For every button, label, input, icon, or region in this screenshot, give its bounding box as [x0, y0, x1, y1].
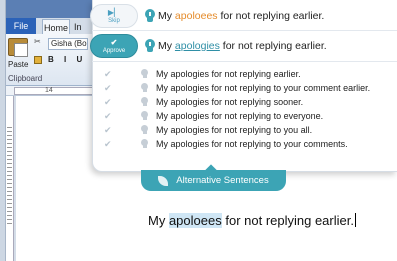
alternative-item[interactable]: ✔ My apologies for not replying to your …	[100, 138, 390, 152]
skip-icon: ▶▏	[107, 7, 121, 17]
skip-label: Skip	[108, 17, 120, 24]
doc-prefix: My	[148, 213, 169, 228]
lightbulb-icon	[141, 139, 149, 150]
horizontal-ruler[interactable]: 14	[14, 87, 100, 95]
error-word: apoloees	[174, 10, 218, 22]
format-buttons[interactable]: B I U	[48, 55, 86, 64]
skip-button[interactable]: ▶▏ Skip	[90, 4, 138, 28]
corrected-word: apologies	[174, 40, 220, 52]
alternative-item[interactable]: ✔ My apologies for not replying sooner.	[100, 96, 390, 110]
alternative-item[interactable]: ✔ My apologies for not replying to your …	[100, 82, 390, 96]
divider	[92, 30, 397, 31]
lightbulb-icon	[141, 83, 149, 94]
check-icon[interactable]: ✔	[104, 97, 114, 107]
approve-label: Approve	[102, 47, 126, 54]
check-icon[interactable]: ✔	[104, 69, 114, 79]
alternative-text: My apologies for not replying to your co…	[156, 139, 348, 149]
alternative-item[interactable]: ✔ My apologies for not replying to you a…	[100, 124, 390, 138]
vertical-ruler	[6, 96, 14, 261]
check-icon[interactable]: ✔	[104, 139, 114, 149]
alternative-text: My apologies for not replying to everyon…	[156, 111, 324, 121]
lightbulb-icon	[141, 125, 149, 136]
lightbulb-icon	[141, 69, 149, 80]
document-sentence[interactable]: My apoloees for not replying earlier.	[148, 213, 356, 228]
divider	[92, 61, 397, 62]
corrected-sentence[interactable]: My apologies for not replying earlier.	[158, 40, 327, 52]
alternative-text: My apologies for not replying earlier.	[156, 69, 301, 79]
check-icon[interactable]: ✔	[104, 111, 114, 121]
alternative-text: My apologies for not replying sooner.	[156, 97, 304, 107]
check-icon[interactable]: ✔	[104, 125, 114, 135]
check-icon[interactable]: ✔	[104, 83, 114, 93]
text-caret	[354, 213, 356, 227]
lightbulb-icon	[144, 9, 155, 23]
checkmark-icon: ✔	[110, 37, 118, 47]
alternative-sentences-tab[interactable]: Alternative Sentences	[141, 170, 286, 191]
doc-error-word[interactable]: apoloees	[168, 213, 222, 228]
alternative-text: My apologies for not replying to your co…	[156, 83, 371, 93]
leaf-icon	[158, 175, 169, 186]
window-edge	[0, 0, 6, 261]
tab-home[interactable]: Home	[42, 19, 70, 35]
paste-icon[interactable]	[8, 38, 28, 57]
lightbulb-icon	[141, 97, 149, 108]
cut-icon[interactable]: ✂	[34, 38, 42, 46]
alternative-item[interactable]: ✔ My apologies for not replying earlier.	[100, 68, 390, 82]
paste-label[interactable]: Paste	[8, 60, 28, 69]
alternative-item[interactable]: ✔ My apologies for not replying to every…	[100, 110, 390, 124]
font-name-box[interactable]: Gisha (Bo	[48, 38, 88, 50]
original-sentence: My apoloees for not replying earlier.	[158, 10, 325, 22]
alternative-text: My apologies for not replying to you all…	[156, 125, 313, 135]
tab-insert[interactable]: In	[74, 19, 92, 35]
lightbulb-icon	[144, 39, 155, 53]
lightbulb-icon	[141, 111, 149, 122]
tab-file[interactable]: File	[6, 18, 36, 35]
clipboard-group-label: Clipboard	[8, 74, 43, 83]
approve-button[interactable]: ✔ Approve	[90, 34, 138, 58]
format-painter-icon[interactable]	[34, 56, 42, 64]
alternative-sentences-label: Alternative Sentences	[176, 175, 269, 186]
doc-suffix: for not replying earlier.	[221, 213, 354, 228]
